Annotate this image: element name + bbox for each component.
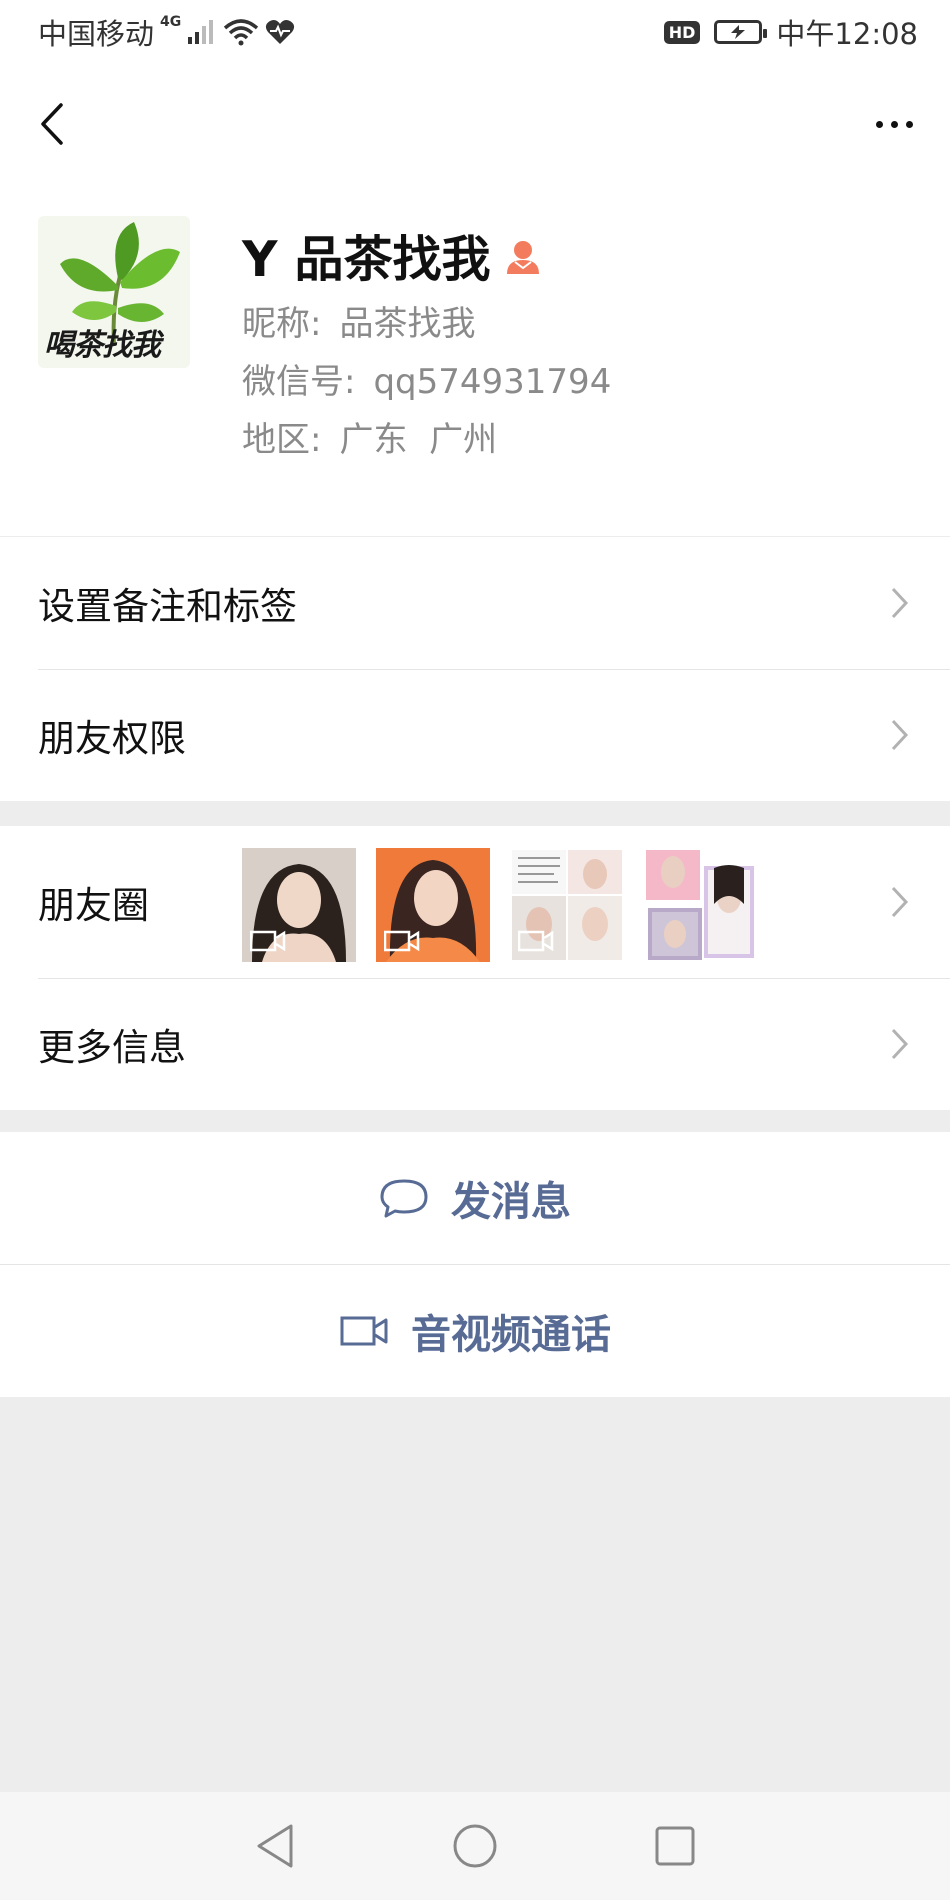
send-message-button[interactable]: 发消息 [0, 1132, 950, 1264]
video-camera-icon [340, 1316, 388, 1346]
nickname-value: 品茶找我 [339, 304, 476, 344]
video-icon [250, 930, 286, 952]
video-icon [384, 930, 420, 952]
system-nav-bar [0, 1792, 950, 1900]
avatar-caption: 喝茶找我 [44, 328, 161, 363]
circle-home-icon [453, 1824, 497, 1868]
settings-group: 设置备注和标签 朋友权限 [0, 537, 950, 801]
ellipsis-dot [905, 120, 913, 128]
more-info-cell[interactable]: 更多信息 [0, 978, 950, 1110]
region-line: 地区: 广东 广州 [242, 412, 497, 461]
chevron-right-icon [891, 1028, 909, 1060]
nickname-line: 昵称: 品茶找我 [242, 296, 475, 345]
video-call-button[interactable]: 音视频通话 [0, 1265, 950, 1397]
remark-tags-cell[interactable]: 设置备注和标签 [0, 537, 950, 669]
nickname-label: 昵称: [242, 304, 322, 344]
network-type: 4G [160, 14, 182, 30]
moments-label: 朋友圈 [38, 884, 149, 927]
wechat-id-value[interactable]: qq574931794 [373, 362, 611, 402]
moments-thumbnail[interactable] [242, 848, 356, 962]
nav-home-button[interactable] [435, 1806, 515, 1886]
region-label: 地区: [242, 420, 322, 460]
chevron-right-icon [891, 587, 909, 619]
friend-permissions-cell[interactable]: 朋友权限 [0, 669, 950, 801]
moments-cell[interactable]: 朋友圈 [0, 826, 950, 978]
chevron-right-icon [891, 886, 909, 918]
region-value: 广东 广州 [339, 420, 498, 460]
more-info-label: 更多信息 [38, 1026, 186, 1069]
carrier-label: 中国移动 [38, 17, 155, 51]
back-button[interactable] [30, 92, 74, 156]
ellipsis-icon [875, 120, 883, 128]
battery-icon [714, 20, 768, 44]
nav-back-button[interactable] [235, 1806, 315, 1886]
clock: 中午12:08 [776, 17, 918, 51]
video-call-label: 音视频通话 [411, 1312, 611, 1358]
display-name: Y 品茶找我 [242, 231, 491, 288]
photo-collage-icon [644, 848, 758, 962]
chat-bubble-icon [380, 1179, 428, 1218]
top-nav [0, 64, 950, 180]
wechat-id-label: 微信号: [242, 362, 356, 402]
video-icon [518, 930, 554, 952]
moments-group: 朋友圈 更多信息 [0, 826, 950, 1110]
send-message-label: 发消息 [451, 1179, 571, 1225]
chevron-right-icon [891, 719, 909, 751]
square-recents-icon [655, 1826, 695, 1866]
female-icon [506, 240, 539, 274]
moments-thumbnail[interactable] [510, 848, 624, 962]
friend-permissions-label: 朋友权限 [38, 717, 186, 760]
profile-name: Y 品茶找我 [242, 220, 543, 291]
wifi-icon [224, 19, 259, 46]
remark-tags-label: 设置备注和标签 [38, 585, 297, 628]
moments-thumbnail[interactable] [644, 848, 758, 962]
moments-thumbnail[interactable] [376, 848, 490, 962]
wechat-id-line: 微信号: qq574931794 [242, 354, 611, 403]
hd-badge: HD [663, 20, 701, 44]
nav-recents-button[interactable] [635, 1806, 715, 1886]
more-options-button[interactable] [864, 98, 924, 150]
chevron-left-icon [41, 103, 63, 145]
health-heart-icon [266, 20, 295, 44]
status-bar: 中国移动 4G HD 中午12:08 [0, 0, 950, 64]
avatar[interactable]: 喝茶找我 [38, 216, 190, 368]
moments-thumbnails [242, 848, 758, 962]
profile-header: 喝茶找我 Y 品茶找我 昵称: 品茶找我 微信号: qq574931794 地区: 广… [0, 180, 950, 536]
signal-icon [188, 20, 214, 44]
triangle-back-icon [257, 1824, 293, 1868]
ellipsis-dot [890, 120, 898, 128]
